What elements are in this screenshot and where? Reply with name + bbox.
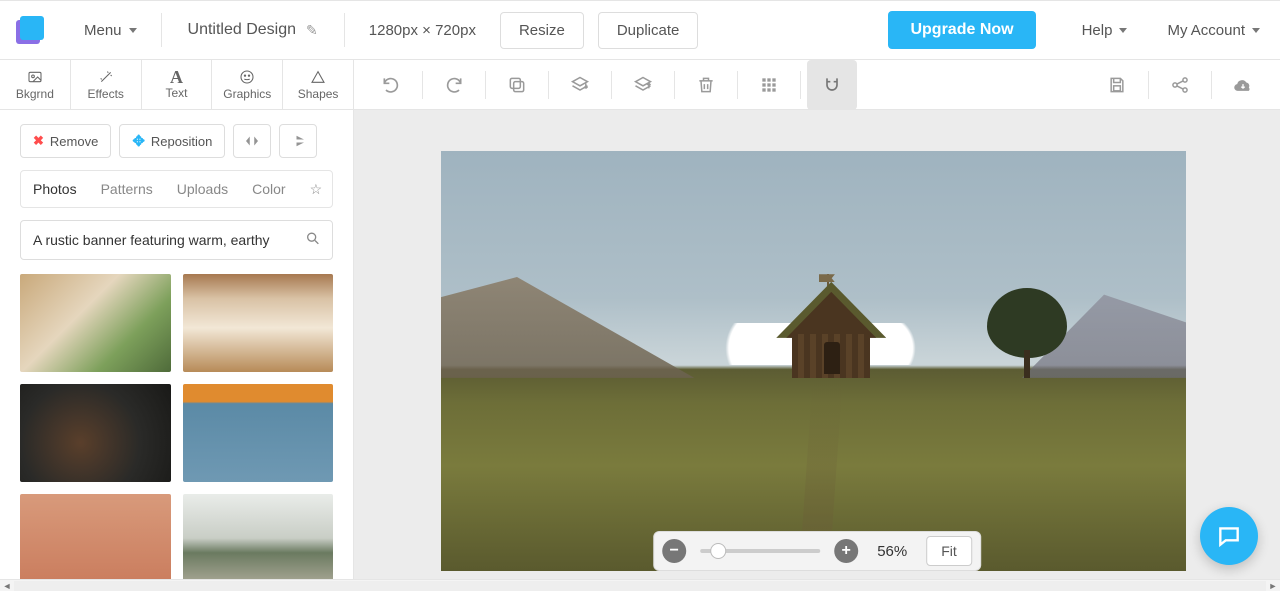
- photo-thumb[interactable]: [183, 494, 334, 579]
- photo-thumb[interactable]: [20, 494, 171, 579]
- save-icon: [1107, 75, 1127, 95]
- tab-background-label: Bkgrnd: [16, 87, 54, 101]
- account-label: My Account: [1167, 22, 1245, 39]
- download-button[interactable]: [1218, 60, 1268, 110]
- pencil-icon: ✎: [306, 22, 318, 39]
- zoom-slider[interactable]: [700, 549, 820, 553]
- design-title[interactable]: Untitled Design ✎: [162, 21, 344, 39]
- tab-effects-label: Effects: [87, 87, 123, 101]
- photo-results: [20, 274, 333, 579]
- save-button[interactable]: [1092, 60, 1142, 110]
- duplicate-button[interactable]: Duplicate: [598, 12, 699, 49]
- zoom-out-button[interactable]: −: [662, 539, 686, 563]
- photo-thumb[interactable]: [20, 274, 171, 372]
- horizontal-scrollbar[interactable]: ◄ ►: [0, 579, 1280, 591]
- layers-up-icon: [633, 75, 653, 95]
- send-backward-button[interactable]: [555, 60, 605, 110]
- reposition-label: Reposition: [151, 134, 212, 149]
- photo-thumb[interactable]: [183, 384, 334, 482]
- undo-icon: [381, 75, 401, 95]
- remove-label: Remove: [50, 134, 98, 149]
- snap-button[interactable]: [807, 60, 857, 110]
- tab-text[interactable]: A Text: [142, 60, 213, 109]
- upgrade-button[interactable]: Upgrade Now: [888, 11, 1035, 49]
- triangle-icon: [309, 69, 327, 85]
- menu-label: Menu: [84, 22, 122, 39]
- tab-background[interactable]: Bkgrnd: [0, 60, 71, 109]
- remove-x-icon: ✖: [33, 133, 44, 149]
- zoom-slider-knob[interactable]: [710, 543, 726, 559]
- chevron-down-icon: [1252, 28, 1260, 33]
- image-icon: [26, 69, 44, 85]
- copy-button[interactable]: [492, 60, 542, 110]
- design-title-text: Untitled Design: [188, 21, 297, 39]
- tab-shapes-label: Shapes: [298, 87, 339, 101]
- trash-icon: [696, 75, 716, 95]
- photo-thumb[interactable]: [20, 384, 171, 482]
- chevron-down-icon: [1119, 28, 1127, 33]
- account-dropdown[interactable]: My Account: [1147, 0, 1280, 60]
- chevron-down-icon: [129, 28, 137, 33]
- flip-vertical-button[interactable]: [279, 124, 317, 158]
- scroll-left-arrow[interactable]: ◄: [0, 580, 14, 592]
- tab-effects[interactable]: Effects: [71, 60, 142, 109]
- grid-button[interactable]: [744, 60, 794, 110]
- tab-shapes[interactable]: Shapes: [283, 60, 353, 109]
- chat-icon: [1216, 523, 1242, 549]
- chat-fab[interactable]: [1200, 507, 1258, 565]
- magnet-icon: [822, 75, 842, 95]
- search-input[interactable]: [20, 220, 333, 260]
- canvas-dimensions: 1280px × 720px: [345, 22, 500, 39]
- design-canvas[interactable]: [441, 151, 1186, 571]
- undo-button[interactable]: [366, 60, 416, 110]
- photo-thumb[interactable]: [183, 274, 334, 372]
- share-icon: [1170, 75, 1190, 95]
- smile-icon: [238, 69, 256, 85]
- search-icon[interactable]: [305, 231, 321, 250]
- flip-h-icon: [243, 132, 261, 150]
- zoom-percent: 56%: [872, 543, 912, 560]
- delete-button[interactable]: [681, 60, 731, 110]
- zoom-fit-button[interactable]: Fit: [926, 536, 972, 566]
- canvas-area[interactable]: − + 56% Fit: [354, 110, 1280, 579]
- move-icon: ✥: [132, 132, 145, 150]
- scroll-right-arrow[interactable]: ►: [1266, 580, 1280, 592]
- copy-icon: [507, 75, 527, 95]
- subtab-favorites[interactable]: ☆: [298, 171, 333, 207]
- tab-graphics-label: Graphics: [223, 87, 271, 101]
- remove-button[interactable]: ✖ Remove: [20, 124, 111, 158]
- subtab-photos[interactable]: Photos: [21, 171, 89, 207]
- cloud-download-icon: [1233, 75, 1253, 95]
- subtab-uploads[interactable]: Uploads: [165, 171, 240, 207]
- wand-icon: [97, 69, 115, 85]
- share-button[interactable]: [1155, 60, 1205, 110]
- app-logo[interactable]: [0, 0, 60, 60]
- layers-down-icon: [570, 75, 590, 95]
- canvas-image: [441, 151, 1186, 571]
- text-icon: A: [170, 70, 183, 84]
- tab-text-label: Text: [165, 86, 187, 100]
- menu-dropdown[interactable]: Menu: [60, 0, 161, 60]
- subtab-color[interactable]: Color: [240, 171, 297, 207]
- zoom-controls: − + 56% Fit: [653, 531, 981, 571]
- redo-icon: [444, 75, 464, 95]
- reposition-button[interactable]: ✥ Reposition: [119, 124, 225, 158]
- tab-graphics[interactable]: Graphics: [212, 60, 283, 109]
- resize-button[interactable]: Resize: [500, 12, 584, 49]
- flip-v-icon: [289, 132, 307, 150]
- flip-horizontal-button[interactable]: [233, 124, 271, 158]
- subtab-patterns[interactable]: Patterns: [89, 171, 165, 207]
- star-icon: ☆: [310, 181, 323, 198]
- grid-icon: [759, 75, 779, 95]
- help-label: Help: [1082, 22, 1113, 39]
- help-dropdown[interactable]: Help: [1062, 0, 1148, 60]
- sidebar-subtabs: Photos Patterns Uploads Color ☆: [20, 170, 333, 208]
- bring-forward-button[interactable]: [618, 60, 668, 110]
- zoom-in-button[interactable]: +: [834, 539, 858, 563]
- redo-button[interactable]: [429, 60, 479, 110]
